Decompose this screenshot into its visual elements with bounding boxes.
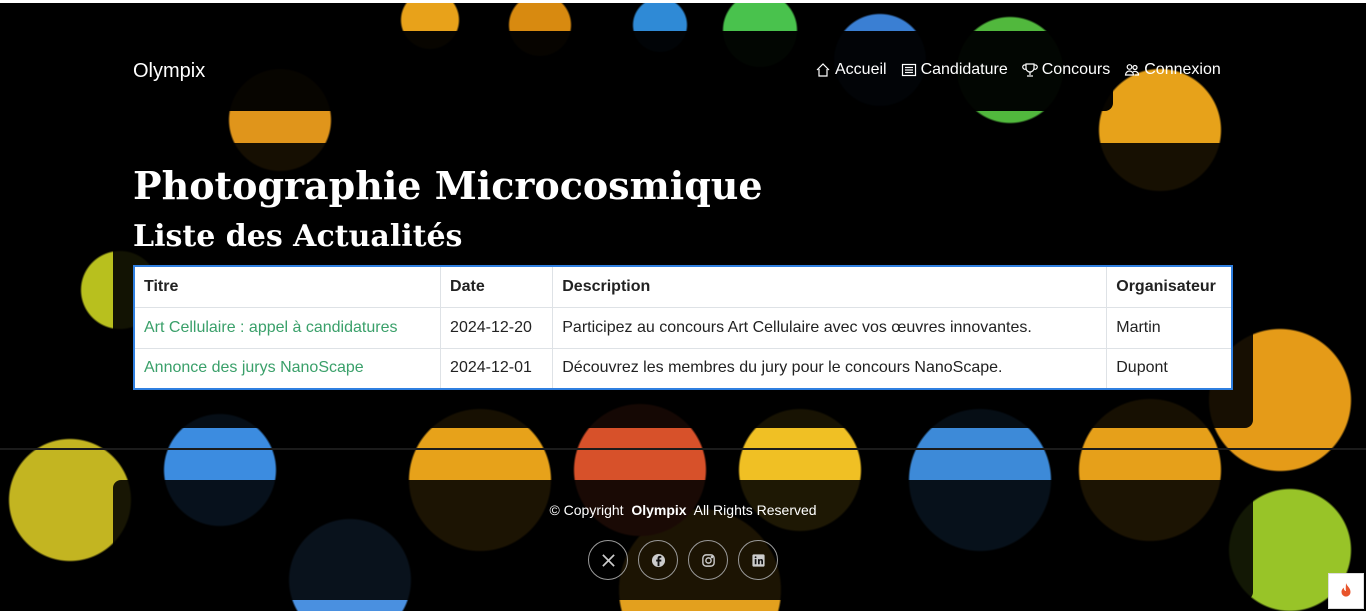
nav-item-label: Candidature [920,61,1008,78]
trophy-icon [1021,63,1038,77]
footer-brand: Olympix [631,502,687,518]
instagram-icon [701,553,715,567]
news-date: 2024-12-01 [440,347,554,390]
facebook-link[interactable] [638,540,678,580]
people-icon [1125,64,1140,76]
nav-item-connexion[interactable]: Connexion [1124,61,1221,79]
copyright-prefix: © Copyright [549,502,624,518]
news-description: Découvrez les membres du jury pour le co… [552,347,1108,390]
linkedin-icon [751,553,765,567]
page-title: Photographie Microcosmique [133,163,763,208]
nav-item-accueil[interactable]: Accueil [815,61,887,79]
news-title-link[interactable]: Art Cellulaire : appel à candidatures [133,306,442,349]
nav-menu: Accueil Candidature Concours Connexion [815,61,1221,79]
nav-item-label: Connexion [1144,61,1221,78]
x-link[interactable] [588,540,628,580]
copyright-text: © Copyright Olympix All Rights Reserved [113,502,1253,518]
copyright-rights: All Rights Reserved [693,502,817,518]
flame-icon [1341,583,1351,597]
nav-item-concours[interactable]: Concours [1021,61,1111,79]
news-organizer: Martin [1106,306,1233,349]
column-header-organizer: Organisateur [1106,265,1233,308]
table-row: Annonce des jurys NanoScape 2024-12-01 D… [133,347,1233,390]
news-title-link[interactable]: Annonce des jurys NanoScape [133,347,442,390]
main-panel: Photographie Microcosmique Liste des Act… [113,143,1253,428]
social-links [588,540,778,580]
page-subtitle: Liste des Actualités [133,219,463,254]
footer-divider [0,448,1366,450]
table-header-row: Titre Date Description Organisateur [133,265,1233,308]
linkedin-link[interactable] [738,540,778,580]
brand-logo[interactable]: Olympix [133,60,205,83]
facebook-icon [651,553,665,567]
newspaper-icon [901,63,916,77]
column-header-title: Titre [133,265,442,308]
flame-badge[interactable] [1328,573,1364,609]
column-header-description: Description [552,265,1108,308]
nav-item-label: Concours [1041,61,1111,78]
news-table: Titre Date Description Organisateur Art … [133,265,1233,390]
instagram-link[interactable] [688,540,728,580]
x-icon [601,553,615,567]
navbar: Olympix Accueil Candidature Concours Con… [113,31,1221,111]
news-organizer: Dupont [1106,347,1233,390]
nav-item-label: Accueil [835,61,887,78]
footer: © Copyright Olympix All Rights Reserved [113,480,1253,600]
news-date: 2024-12-20 [440,306,554,349]
table-row: Art Cellulaire : appel à candidatures 20… [133,306,1233,349]
home-icon [816,63,830,77]
top-border [0,0,1366,3]
nav-item-candidature[interactable]: Candidature [901,61,1008,79]
column-header-date: Date [440,265,554,308]
news-description: Participez au concours Art Cellulaire av… [552,306,1108,349]
